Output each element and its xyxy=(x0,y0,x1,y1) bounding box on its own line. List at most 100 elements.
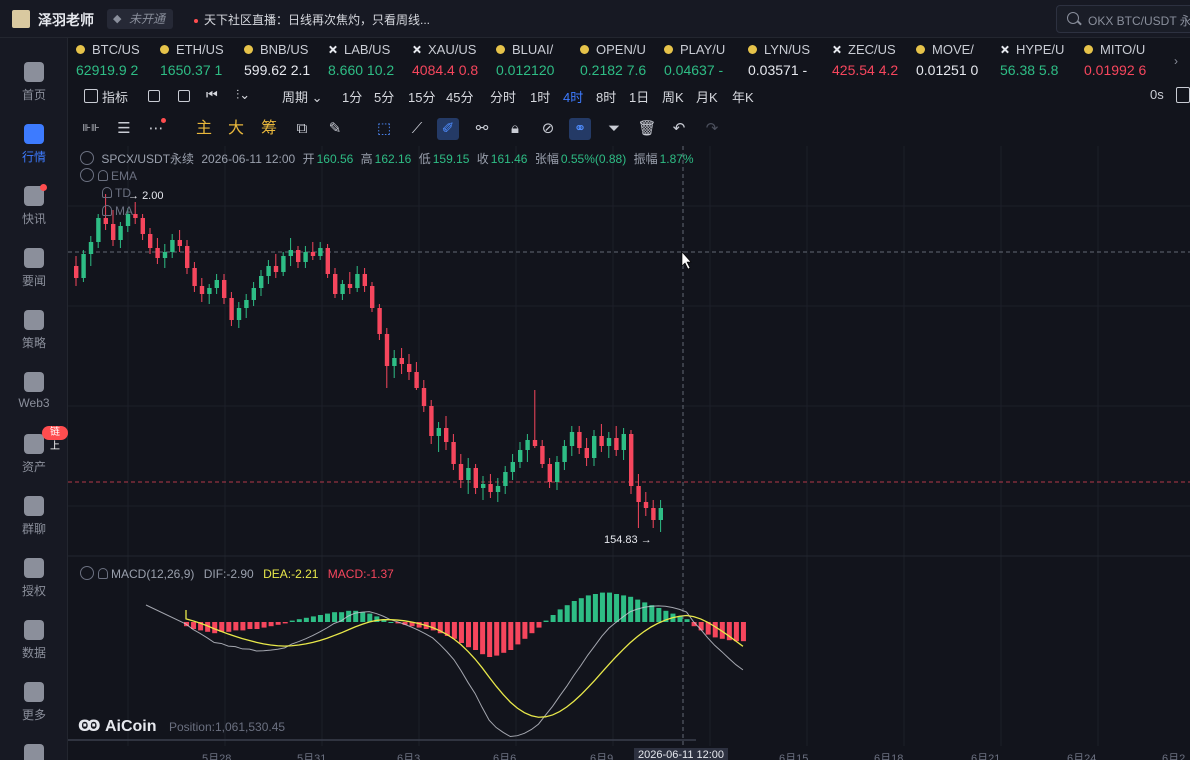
layout-icon[interactable] xyxy=(178,90,190,102)
delete-icon[interactable]: 🗑︎ xyxy=(636,118,658,140)
candle-body xyxy=(170,240,175,252)
main-chart-button[interactable]: 主 xyxy=(193,118,215,140)
nav-item-home[interactable]: 首页 xyxy=(0,58,68,114)
nav-item-key[interactable]: 授权 xyxy=(0,554,68,610)
macd-bar xyxy=(325,613,330,622)
ticker-item[interactable]: MITO/U 0.01992 6 xyxy=(1076,38,1160,84)
vip-status-badge[interactable]: ◆ 未开通 xyxy=(107,9,174,29)
nav-item-strategy[interactable]: 策略 xyxy=(0,306,68,362)
interval-6[interactable]: 4时 xyxy=(563,87,583,107)
ruler-icon[interactable]: ⊪⊪ xyxy=(80,118,102,140)
interval-9[interactable]: 周K xyxy=(662,87,684,107)
ticker-more-icon[interactable]: › xyxy=(1174,54,1184,68)
pen-icon[interactable]: ✐ xyxy=(437,118,459,140)
ema-alert-icon[interactable] xyxy=(98,170,108,181)
interval-7[interactable]: 8时 xyxy=(596,87,616,107)
nav-item-wallet[interactable]: 链上 资产 xyxy=(0,426,68,486)
ticker-item[interactable]: LAB/US 8.660 10.2 xyxy=(320,38,404,84)
filter-icon[interactable]: ⏷ xyxy=(603,118,625,140)
news-text: 天下社区直播：日线再次焦灼，只看周线... xyxy=(204,13,431,27)
period-dropdown[interactable]: 周期 ⌄ xyxy=(282,87,323,107)
news-ticker[interactable]: 天下社区直播：日线再次焦灼，只看周线... xyxy=(194,11,430,28)
candle-body xyxy=(429,406,434,436)
interval-10[interactable]: 月K xyxy=(696,87,718,107)
big-order-button[interactable]: 大 xyxy=(225,118,247,140)
undo-icon[interactable]: ↶ xyxy=(668,118,690,140)
low-price-value: 154.83 xyxy=(604,534,638,546)
screenshot-icon[interactable] xyxy=(148,90,160,102)
interval-1[interactable]: 5分 xyxy=(374,87,394,107)
candle-body xyxy=(399,358,404,364)
menu-icon[interactable]: ☰ xyxy=(113,118,135,140)
interval-3[interactable]: 45分 xyxy=(446,87,473,107)
nav-item-grid[interactable]: 更多 xyxy=(0,678,68,734)
macd-alert-icon[interactable] xyxy=(98,568,108,579)
macd-bar xyxy=(388,622,394,623)
nav-item-label: 要闻 xyxy=(21,274,46,288)
ema-collapse-icon[interactable] xyxy=(80,168,94,182)
chart-canvas[interactable] xyxy=(68,146,1190,746)
candle-body xyxy=(525,440,530,450)
td-legend[interactable]: TD xyxy=(102,186,131,200)
nav-item-chat[interactable]: 群聊 xyxy=(0,492,68,548)
interval-5[interactable]: 1时 xyxy=(530,87,550,107)
collapse-panel-icon[interactable] xyxy=(1176,87,1190,103)
cursor-icon[interactable]: ⬚ xyxy=(373,118,395,140)
x-icon xyxy=(1000,45,1009,54)
ma-legend[interactable]: MA xyxy=(102,204,133,218)
ma-alert-icon[interactable] xyxy=(102,205,112,216)
compare-icon[interactable]: ⧉ xyxy=(291,118,313,140)
ticker-item[interactable]: MOVE/0.01251 0 xyxy=(908,38,992,84)
nav-item-market[interactable]: 行情 xyxy=(0,120,68,176)
nav-item-flash-news[interactable]: 快讯 xyxy=(0,182,68,238)
macd-bar xyxy=(501,622,507,653)
td-alert-icon[interactable] xyxy=(102,187,112,198)
lock-icon[interactable]: 🔒︎ xyxy=(504,118,526,140)
ticker-symbol: OPEN/U xyxy=(596,42,646,57)
user-name[interactable]: 泽羽老师 xyxy=(38,10,94,30)
nav-item-data[interactable]: 数据 xyxy=(0,616,68,672)
interval-2[interactable]: 15分 xyxy=(408,87,435,107)
ticker-item[interactable]: XAU/US 4084.4 0.8 xyxy=(404,38,488,84)
ticker-item[interactable]: BTC/US 62919.9 2 xyxy=(68,38,152,84)
magnet-icon[interactable]: ⚯ xyxy=(471,118,493,140)
wallet-icon xyxy=(24,434,44,454)
user-avatar[interactable] xyxy=(12,10,30,28)
diamond-icon: ◆ xyxy=(113,13,122,25)
ticker-item[interactable]: ZEC/US 425.54 4.2 xyxy=(824,38,908,84)
nav-item-web3[interactable]: Web3 xyxy=(0,368,68,424)
indicator-button[interactable]: 指标 xyxy=(102,87,128,107)
amplitude-value: 1.87% xyxy=(659,152,694,166)
nav-item-vip[interactable]: VIP xyxy=(0,740,68,760)
ticker-item[interactable]: LYN/US 0.03571 - xyxy=(740,38,824,84)
collapse-legend-icon[interactable] xyxy=(80,151,94,165)
hide-drawings-icon[interactable]: ⊘ xyxy=(537,118,559,140)
ticker-item[interactable]: OPEN/U 0.2182 7.6 xyxy=(572,38,656,84)
macd-bar xyxy=(677,616,683,622)
ticker-item[interactable]: BLUAI/0.012120 xyxy=(488,38,572,84)
more-icon[interactable]: ⋯ xyxy=(145,118,167,140)
redo-icon[interactable]: ↷ xyxy=(701,118,723,140)
macd-collapse-icon[interactable] xyxy=(80,566,94,580)
interval-11[interactable]: 年K xyxy=(732,87,754,107)
macd-bar xyxy=(592,594,598,622)
draw-tools-icon[interactable]: ✎ xyxy=(324,118,346,140)
ticker-change-value: 5.8 xyxy=(1035,62,1059,78)
rewind-icon[interactable]: ⏮ xyxy=(206,87,218,107)
ticker-item[interactable]: HYPE/U 56.38 5.8 xyxy=(992,38,1076,84)
ticker-item[interactable]: BNB/US 599.62 2.1 xyxy=(236,38,320,84)
search-icon xyxy=(1067,12,1079,24)
ticker-item[interactable]: ETH/US 1650.37 1 xyxy=(152,38,236,84)
chart-area[interactable]: SPCX/USDT永续 2026-06-11 12:00 开 160.56 高 16… xyxy=(68,146,1190,746)
nav-item-news[interactable]: 要闻 xyxy=(0,244,68,300)
ema-legend[interactable]: EMA xyxy=(80,168,137,183)
search-input[interactable]: OKX BTC/USDT 永 xyxy=(1056,5,1190,33)
interval-0[interactable]: 1分 xyxy=(342,87,362,107)
link-icon[interactable]: ⚭ xyxy=(569,118,591,140)
ticker-item[interactable]: PLAY/U 0.04637 - xyxy=(656,38,740,84)
chip-distribution-button[interactable]: 筹 xyxy=(258,118,280,140)
candle-type-icon[interactable]: ⫶⌄ xyxy=(236,87,250,107)
interval-4[interactable]: 分时 xyxy=(490,87,516,107)
interval-8[interactable]: 1日 xyxy=(629,87,649,107)
ruler-measure-icon[interactable]: ⟋ xyxy=(406,118,428,140)
